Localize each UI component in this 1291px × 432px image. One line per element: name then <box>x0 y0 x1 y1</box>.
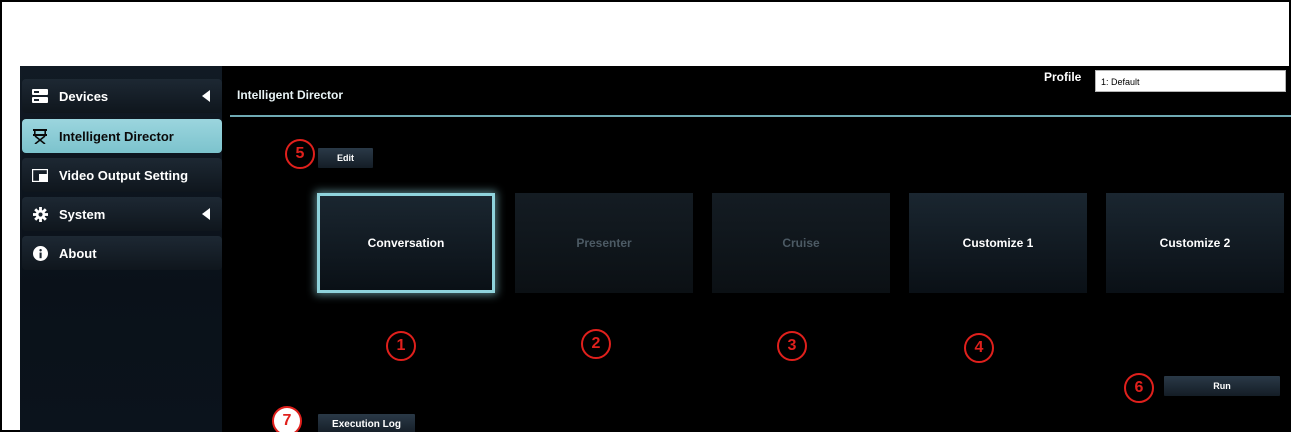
sidebar-item-label: Devices <box>59 88 109 104</box>
page-title: Intelligent Director <box>237 88 344 102</box>
sidebar-item-video-output-setting[interactable]: Video Output Setting <box>22 158 222 192</box>
sidebar: Devices Intelligent Director Video Outpu… <box>20 66 222 432</box>
caret-left-icon <box>202 208 210 220</box>
app-window: Devices Intelligent Director Video Outpu… <box>20 66 1291 432</box>
director-chair-icon <box>32 128 48 144</box>
gear-icon <box>32 206 48 222</box>
header-divider <box>230 115 1291 117</box>
server-icon <box>32 89 48 103</box>
sidebar-item-label: Video Output Setting <box>59 167 189 183</box>
run-button[interactable]: Run <box>1164 376 1280 396</box>
sidebar-item-devices[interactable]: Devices <box>22 79 222 113</box>
video-output-icon <box>32 168 48 182</box>
mode-tile-customize-2[interactable]: Customize 2 <box>1106 193 1284 293</box>
profile-select[interactable]: 1: Default <box>1095 70 1286 92</box>
callout-6: 6 <box>1124 373 1154 403</box>
caret-left-icon <box>202 90 210 102</box>
callout-1: 1 <box>386 331 416 361</box>
callout-3: 3 <box>777 331 807 361</box>
edit-button[interactable]: Edit <box>318 148 373 168</box>
sidebar-item-about[interactable]: About <box>22 236 222 270</box>
execution-log-button[interactable]: Execution Log <box>318 414 415 432</box>
callout-7: 7 <box>272 406 302 432</box>
sidebar-item-system[interactable]: System <box>22 197 222 231</box>
sidebar-item-intelligent-director[interactable]: Intelligent Director <box>22 119 222 153</box>
sidebar-item-label: About <box>59 245 97 261</box>
callout-5: 5 <box>285 139 315 169</box>
callout-4: 4 <box>964 333 994 363</box>
info-icon <box>32 245 48 261</box>
sidebar-item-label: System <box>59 206 106 222</box>
mode-tile-customize-1[interactable]: Customize 1 <box>909 193 1087 293</box>
mode-tile-conversation[interactable]: Conversation <box>317 193 495 293</box>
sidebar-item-label: Intelligent Director <box>59 128 174 144</box>
mode-tile-presenter[interactable]: Presenter <box>515 193 693 293</box>
profile-label: Profile <box>1044 70 1082 84</box>
mode-tile-cruise[interactable]: Cruise <box>712 193 890 293</box>
callout-2: 2 <box>581 329 611 359</box>
